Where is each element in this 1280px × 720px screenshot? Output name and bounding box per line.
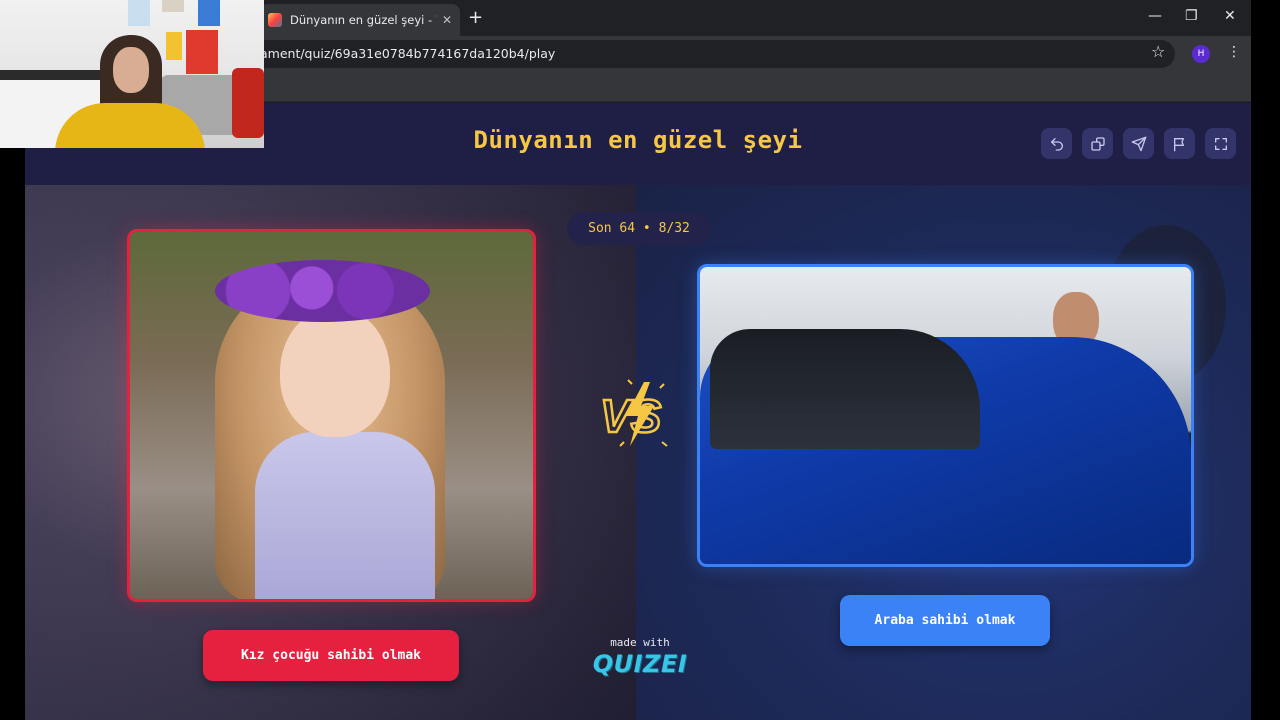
minimize-button[interactable]: — xyxy=(1148,8,1162,24)
fullscreen-button[interactable] xyxy=(1205,128,1236,159)
undo-icon xyxy=(1050,137,1063,151)
vs-badge-icon: VS xyxy=(599,379,668,447)
wall-poster xyxy=(198,0,220,26)
quiz-toolbar xyxy=(1041,128,1236,159)
browser-tab[interactable]: Dünyanın en güzel şeyi - Tier Li ✕ xyxy=(260,4,460,36)
tab-favicon-icon xyxy=(268,13,282,27)
made-with-label: made with xyxy=(610,636,670,649)
maximize-button[interactable]: ❐ xyxy=(1185,8,1198,24)
quizei-logo[interactable]: QUIZEI xyxy=(590,650,690,678)
report-button[interactable] xyxy=(1164,128,1195,159)
fullscreen-icon xyxy=(1214,137,1227,150)
browser-menu-icon[interactable]: ⋮ xyxy=(1227,44,1241,60)
round-indicator: Son 64 • 8/32 xyxy=(567,212,711,245)
tab-title: Dünyanın en güzel şeyi - Tier Li xyxy=(290,13,436,27)
webcam-overlay xyxy=(0,0,264,148)
undo-button[interactable] xyxy=(1041,128,1072,159)
car-window xyxy=(710,329,980,449)
share-button[interactable] xyxy=(1082,128,1113,159)
flower-crown xyxy=(215,260,430,322)
streamer xyxy=(55,35,205,148)
bookmark-star-icon[interactable]: ☆ xyxy=(1151,42,1165,61)
send-icon xyxy=(1131,136,1146,151)
right-choice-image xyxy=(700,267,1191,564)
wall-poster xyxy=(128,0,150,26)
tab-close-icon[interactable]: ✕ xyxy=(442,13,452,27)
girl-face xyxy=(280,307,390,437)
girl-dress xyxy=(255,432,435,599)
flag-icon xyxy=(1173,137,1184,151)
new-tab-button[interactable]: + xyxy=(468,7,483,28)
url-text[interactable]: ament/quiz/69a31e0784b774167da120b4/play xyxy=(260,46,555,61)
right-choice-button[interactable]: Araba sahibi olmak xyxy=(840,595,1050,646)
streamer-sweater xyxy=(55,103,205,148)
profile-avatar[interactable]: H xyxy=(1192,45,1210,63)
share-icon xyxy=(1090,136,1105,151)
right-choice-card[interactable] xyxy=(697,264,1194,567)
wall-poster xyxy=(162,0,184,12)
streamer-face xyxy=(113,47,149,93)
left-choice-image xyxy=(130,232,533,599)
send-button[interactable] xyxy=(1123,128,1154,159)
left-choice-button[interactable]: Kız çocuğu sahibi olmak xyxy=(203,630,459,681)
chair xyxy=(232,68,264,138)
close-window-button[interactable]: ✕ xyxy=(1224,8,1236,24)
left-choice-card[interactable] xyxy=(127,229,536,602)
